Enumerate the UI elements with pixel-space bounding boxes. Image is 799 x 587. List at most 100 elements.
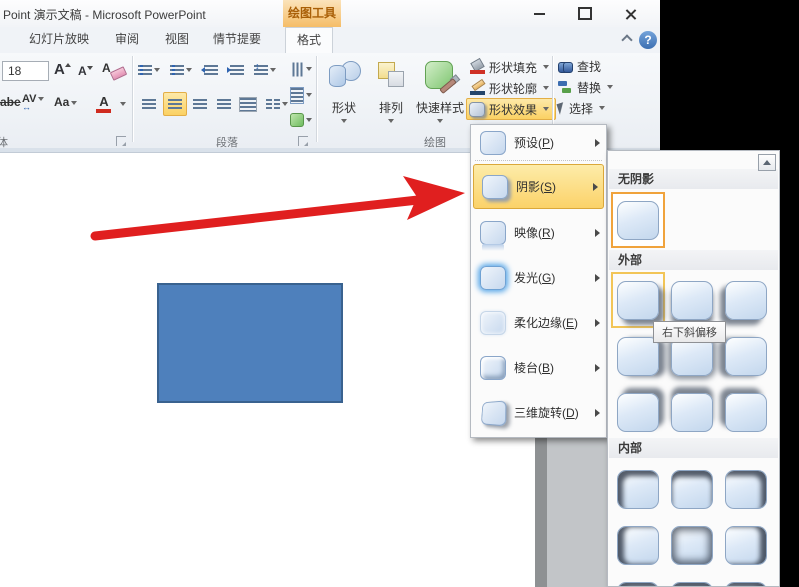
- shape-effects-button[interactable]: 形状效果: [466, 98, 556, 120]
- shadow-option-inside-diagonal-bottom-right[interactable]: [719, 573, 773, 586]
- minimize-button[interactable]: [524, 2, 554, 25]
- tab-slideshow[interactable]: 幻灯片放映: [24, 27, 94, 52]
- outer-shadow-grid: [611, 272, 779, 440]
- character-spacing-button[interactable]: AV ↔: [22, 93, 45, 112]
- menu-separator: [475, 160, 602, 161]
- chevron-down-icon: [38, 97, 45, 102]
- align-text-button[interactable]: [290, 84, 312, 106]
- section-header-outer: 外部: [609, 250, 778, 270]
- select-button[interactable]: 选择: [556, 99, 606, 117]
- arrange-icon: [375, 59, 407, 91]
- scroll-up-button[interactable]: [758, 154, 776, 171]
- quick-styles-button[interactable]: 快速样式: [414, 57, 466, 135]
- strikethrough-button[interactable]: abe: [0, 95, 21, 109]
- blue-rectangle-shape[interactable]: [157, 283, 343, 403]
- menu-item-soft-edges[interactable]: 柔化边缘(E): [472, 300, 605, 345]
- shadow-option-inside-diagonal-top-right[interactable]: [719, 461, 773, 517]
- shadow-thumb-inside-diagonal-bottom-left: [617, 581, 659, 586]
- menu-item-glow[interactable]: 发光(G): [472, 255, 605, 300]
- close-button[interactable]: [616, 2, 646, 25]
- font-dialog-launcher[interactable]: [116, 136, 126, 146]
- text-direction-button[interactable]: [290, 58, 312, 80]
- shadow-option-inside-diagonal-bottom-left[interactable]: [611, 573, 665, 586]
- bullets-button[interactable]: [138, 59, 160, 81]
- chevron-down-icon: [186, 68, 192, 72]
- help-button[interactable]: ?: [639, 31, 657, 49]
- shape-outline-button[interactable]: 形状轮廓: [470, 78, 550, 97]
- menu-item-bevel[interactable]: 棱台(B): [472, 345, 605, 390]
- chevron-down-icon: [154, 68, 160, 72]
- inner-shadow-grid: [611, 461, 779, 586]
- shadow-option-offset-diagonal-top-right[interactable]: [611, 384, 665, 440]
- tab-format[interactable]: 格式: [285, 27, 333, 54]
- minimize-icon: [533, 12, 545, 15]
- quick-styles-icon: [425, 59, 461, 95]
- align-center-button[interactable]: [163, 92, 187, 116]
- shadow-option-offset-top[interactable]: [665, 384, 719, 440]
- shrink-font-button[interactable]: A: [78, 64, 93, 78]
- clear-formatting-button[interactable]: A: [102, 59, 128, 81]
- menu-item-preset[interactable]: 预设(P): [472, 127, 605, 158]
- eraser-icon: [109, 66, 128, 81]
- tooltip: 右下斜偏移: [653, 321, 726, 343]
- shadow-option-inside-center[interactable]: [665, 517, 719, 573]
- distribute-button[interactable]: [237, 93, 259, 115]
- tab-storyboard[interactable]: 情节提要: [208, 27, 266, 52]
- increase-indent-button[interactable]: [226, 59, 248, 81]
- line-spacing-button[interactable]: ↕: [254, 59, 276, 81]
- shadow-option-inside-bottom[interactable]: [665, 573, 719, 586]
- shapes-icon: [327, 59, 361, 91]
- indent-lines-icon: [230, 64, 244, 76]
- tab-review[interactable]: 审阅: [108, 27, 146, 52]
- shadow-option-offset-diagonal-bottom-left[interactable]: [719, 272, 773, 328]
- maximize-button[interactable]: [570, 2, 600, 25]
- align-left-icon: [142, 98, 156, 110]
- columns-button[interactable]: [266, 93, 288, 115]
- shadow-option-offset-diagonal-bottom-right[interactable]: [611, 272, 665, 328]
- submenu-arrow-icon: [595, 273, 600, 282]
- chevron-down-icon[interactable]: [120, 102, 126, 106]
- font-color-button[interactable]: A: [96, 93, 112, 113]
- decrease-indent-button[interactable]: [200, 59, 222, 81]
- chevron-down-icon: [437, 119, 443, 123]
- shadow-option-offset-diagonal-top-left[interactable]: [719, 384, 773, 440]
- find-button[interactable]: 查找: [558, 57, 601, 75]
- shadow-thumb-inside-diagonal-bottom-right: [725, 581, 767, 586]
- shape-fill-button[interactable]: 形状填充: [470, 57, 550, 76]
- menu-item-reflection[interactable]: 映像(R): [472, 210, 605, 255]
- numbering-button[interactable]: [170, 59, 192, 81]
- shadow-option-offset-bottom[interactable]: [665, 272, 719, 328]
- change-case-button[interactable]: Aa: [54, 95, 78, 109]
- align-left-button[interactable]: [138, 93, 160, 115]
- shadow-option-inside-top[interactable]: [665, 461, 719, 517]
- indent-arrow-icon: [201, 67, 205, 73]
- soft-edges-effect-icon: [480, 310, 506, 335]
- collapse-ribbon-icon[interactable]: [621, 34, 633, 42]
- font-color-swatch: [96, 109, 111, 113]
- menu-item-3d-rotation[interactable]: 三维旋转(D): [472, 390, 605, 435]
- shadow-thumb-inside-right: [725, 525, 767, 565]
- tab-view[interactable]: 视图: [158, 27, 196, 52]
- paragraph-dialog-launcher[interactable]: [298, 136, 308, 146]
- chevron-down-icon: [341, 119, 347, 123]
- arrange-button[interactable]: 排列: [370, 57, 412, 135]
- replace-button[interactable]: 替换: [558, 78, 614, 96]
- shadow-option-inside-right[interactable]: [719, 517, 773, 573]
- shadow-option-inside-left[interactable]: [611, 517, 665, 573]
- text-direction-icon: [291, 62, 303, 76]
- shadow-thumb-offset-diagonal-top-left: [725, 392, 767, 432]
- justify-button[interactable]: [213, 93, 235, 115]
- shadow-option-inside-diagonal-top-left[interactable]: [611, 461, 665, 517]
- font-size-combo[interactable]: 18: [2, 61, 49, 81]
- group-separator: [316, 56, 318, 142]
- menu-item-shadow[interactable]: 阴影(S): [473, 164, 604, 209]
- shapes-button[interactable]: 形状: [322, 57, 366, 135]
- shadow-option-offset-left[interactable]: [719, 328, 773, 384]
- align-right-button[interactable]: [189, 93, 211, 115]
- chevron-down-icon: [388, 119, 394, 123]
- no-shadow-grid: [611, 192, 779, 248]
- shadow-option-none[interactable]: [611, 192, 665, 248]
- smartart-icon: [290, 113, 304, 127]
- convert-smartart-button[interactable]: [290, 109, 312, 131]
- grow-font-button[interactable]: A: [54, 61, 71, 78]
